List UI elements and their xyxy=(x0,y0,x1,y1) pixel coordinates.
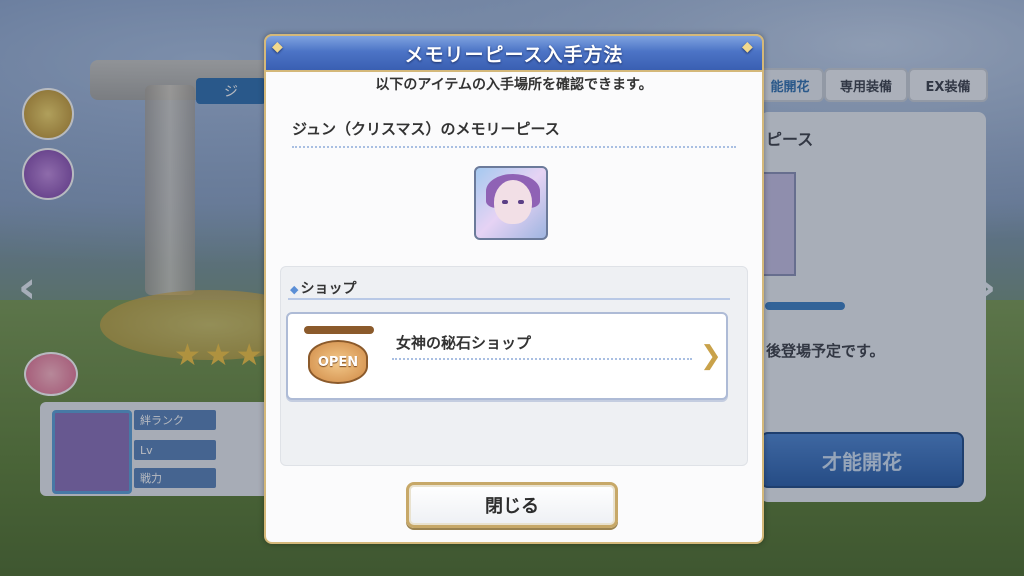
dialog-title: メモリーピース入手方法 xyxy=(404,43,624,66)
sign-bar xyxy=(304,326,374,334)
close-button[interactable]: 閉じる xyxy=(406,482,618,528)
divider xyxy=(392,358,692,360)
open-sign-plate: OPEN xyxy=(308,340,368,384)
corner-ornament-icon: ◆ xyxy=(272,39,284,55)
source-section-text: ショップ xyxy=(300,281,357,297)
open-sign-icon: OPEN xyxy=(304,324,374,388)
character-eye xyxy=(502,200,508,204)
dialog-header: ◆ メモリーピース入手方法 ◆ xyxy=(264,34,764,72)
acquisition-dialog: ◆ メモリーピース入手方法 ◆ 以下のアイテムの入手場所を確認できます。 ジュン… xyxy=(264,34,764,544)
item-name: ジュン（クリスマス）のメモリーピース xyxy=(292,120,560,138)
source-section-label: ◆ ショップ xyxy=(290,278,356,298)
shop-name: 女神の秘石ショップ xyxy=(396,334,532,352)
divider xyxy=(292,146,736,148)
character-face xyxy=(494,180,532,224)
dialog-subtitle: 以下のアイテムの入手場所を確認できます。 xyxy=(375,77,653,93)
corner-ornament-icon: ◆ xyxy=(742,39,754,55)
shop-source-row[interactable]: OPEN 女神の秘石ショップ ❯ xyxy=(286,312,728,400)
memory-piece-icon xyxy=(474,166,548,240)
diamond-icon: ◆ xyxy=(290,283,299,296)
section-underline xyxy=(288,298,730,300)
chevron-right-icon: ❯ xyxy=(700,341,722,371)
character-eye xyxy=(518,200,524,204)
